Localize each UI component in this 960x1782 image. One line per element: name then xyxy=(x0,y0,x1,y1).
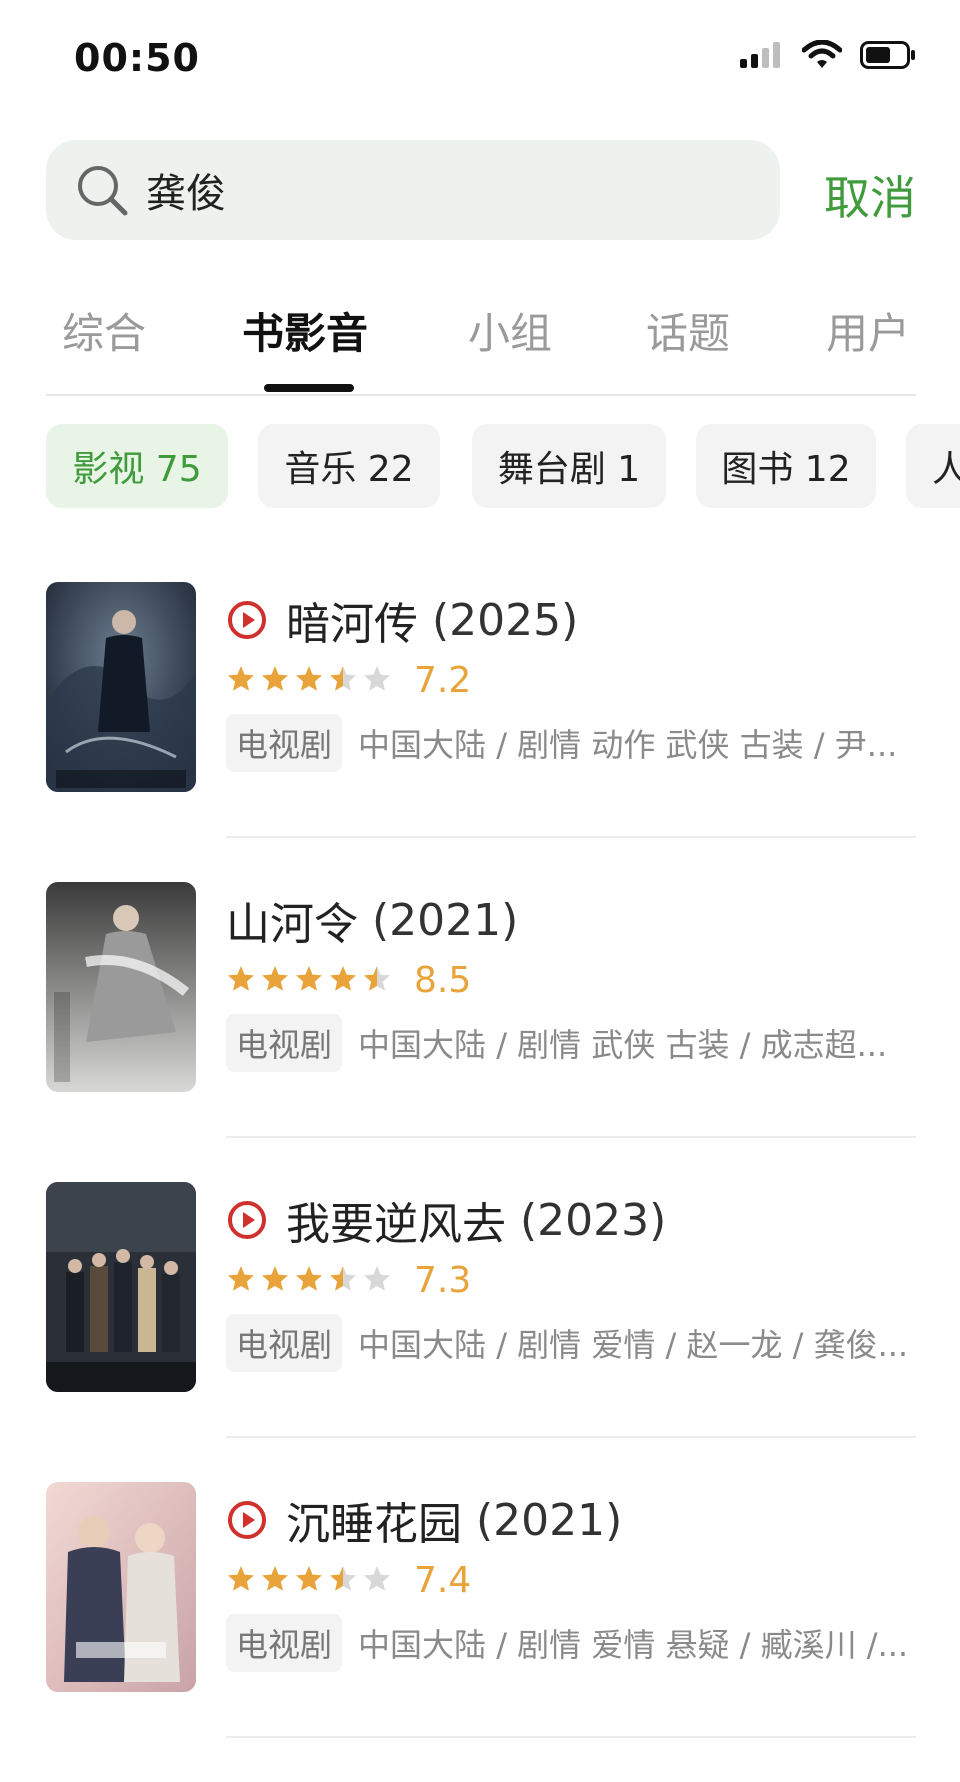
play-icon[interactable] xyxy=(226,1199,268,1241)
play-icon[interactable] xyxy=(226,599,268,641)
type-badge: 电视剧 xyxy=(226,1614,343,1672)
rating-row: 7.4 xyxy=(226,1560,471,1601)
result-item[interactable]: 山河令 (2021) 8.5 电视剧 中国大陆 / 剧情 武侠 古装 / 成志超… xyxy=(0,882,960,1182)
filter-chips: 影视 75 音乐 22 舞台剧 1 图书 12 人 xyxy=(0,424,960,508)
divider xyxy=(226,1136,916,1138)
poster-image[interactable] xyxy=(46,582,196,792)
star-icon xyxy=(294,964,324,998)
star-icon xyxy=(328,1264,358,1298)
search-icon xyxy=(74,162,130,218)
category-tabs: 综合 书影音 小组 话题 用户 xyxy=(46,290,916,396)
search-bar: 龚俊 取消 xyxy=(0,140,960,240)
star-icon xyxy=(260,964,290,998)
divider xyxy=(226,836,916,838)
chip-books[interactable]: 图书 12 xyxy=(696,424,876,508)
star-icon xyxy=(226,1564,256,1598)
star-icon xyxy=(294,1264,324,1298)
poster-image[interactable] xyxy=(46,1182,196,1392)
poster-image[interactable] xyxy=(46,1482,196,1692)
result-item[interactable]: 我要逆风去 (2023) 7.3 电视剧 中国大陆 / 剧情 爱情 / 赵一龙 … xyxy=(0,1182,960,1482)
tab-users[interactable]: 用户 xyxy=(826,300,910,361)
star-icon xyxy=(226,1264,256,1298)
result-item[interactable]: 暗河传 (2025) 7.2 电视剧 中国大陆 / 剧情 动作 武侠 古装 / … xyxy=(0,582,960,882)
result-item[interactable]: 沉睡花园 (2021) 7.4 电视剧 中国大陆 / 剧情 爱情 悬疑 / 臧溪… xyxy=(0,1482,960,1782)
item-year: (2023) xyxy=(520,1194,667,1246)
tab-general[interactable]: 综合 xyxy=(62,300,146,361)
chip-people[interactable]: 人 xyxy=(906,424,960,508)
rating-score: 7.2 xyxy=(414,660,472,701)
item-year: (2025) xyxy=(432,594,579,646)
rating-row: 7.2 xyxy=(226,660,471,701)
search-query: 龚俊 xyxy=(146,171,226,217)
star-icon xyxy=(362,664,392,698)
star-icon xyxy=(362,1264,392,1298)
item-title: 沉睡花园 xyxy=(286,1499,462,1550)
rating-score: 8.5 xyxy=(414,960,472,1001)
title-row: 沉睡花园 (2021) xyxy=(226,1488,622,1552)
star-icon xyxy=(260,1264,290,1298)
rating-row: 8.5 xyxy=(226,960,471,1001)
type-badge: 电视剧 xyxy=(226,714,343,772)
star-icon xyxy=(294,1564,324,1598)
star-icon xyxy=(260,1564,290,1598)
play-icon[interactable] xyxy=(226,1499,268,1541)
meta-row: 电视剧 中国大陆 / 剧情 爱情 / 赵一龙 / 龚俊... xyxy=(226,1314,916,1372)
item-meta: 中国大陆 / 剧情 武侠 古装 / 成志超... xyxy=(358,1026,888,1064)
star-icon xyxy=(328,964,358,998)
item-year: (2021) xyxy=(476,1494,623,1546)
divider xyxy=(226,1736,916,1738)
cellular-signal-icon xyxy=(740,42,780,68)
meta-row: 电视剧 中国大陆 / 剧情 爱情 悬疑 / 臧溪川 /... xyxy=(226,1614,916,1672)
rating-row: 7.3 xyxy=(226,1260,471,1301)
tab-books-movies-music[interactable]: 书影音 xyxy=(242,300,368,361)
star-icon xyxy=(226,664,256,698)
star-icon xyxy=(328,664,358,698)
tab-topics[interactable]: 话题 xyxy=(646,300,730,361)
type-badge: 电视剧 xyxy=(226,1314,343,1372)
status-time: 00:50 xyxy=(74,36,200,80)
star-icon xyxy=(328,1564,358,1598)
search-input[interactable]: 龚俊 xyxy=(46,140,780,240)
star-icon xyxy=(226,964,256,998)
star-icon xyxy=(294,664,324,698)
star-icon xyxy=(362,1564,392,1598)
star-rating xyxy=(226,1564,392,1598)
battery-icon xyxy=(860,41,915,69)
type-badge: 电视剧 xyxy=(226,1014,343,1072)
chip-stage[interactable]: 舞台剧 1 xyxy=(472,424,666,508)
item-meta: 中国大陆 / 剧情 爱情 悬疑 / 臧溪川 /... xyxy=(358,1626,909,1664)
item-meta: 中国大陆 / 剧情 爱情 / 赵一龙 / 龚俊... xyxy=(358,1326,909,1364)
title-row: 山河令 (2021) xyxy=(226,888,518,952)
item-meta: 中国大陆 / 剧情 动作 武侠 古装 / 尹... xyxy=(358,726,898,764)
status-bar: 00:50 xyxy=(0,0,960,110)
item-year: (2021) xyxy=(372,894,519,946)
status-icons xyxy=(740,40,916,70)
chip-film-tv[interactable]: 影视 75 xyxy=(46,424,228,508)
meta-row: 电视剧 中国大陆 / 剧情 武侠 古装 / 成志超... xyxy=(226,1014,916,1072)
meta-row: 电视剧 中国大陆 / 剧情 动作 武侠 古装 / 尹... xyxy=(226,714,916,772)
active-tab-indicator xyxy=(264,384,354,392)
title-row: 暗河传 (2025) xyxy=(226,588,578,652)
star-icon xyxy=(362,964,392,998)
item-title: 暗河传 xyxy=(286,599,418,650)
wifi-icon xyxy=(802,40,842,68)
rating-score: 7.4 xyxy=(414,1560,472,1601)
star-icon xyxy=(260,664,290,698)
item-title: 我要逆风去 xyxy=(286,1199,506,1250)
divider xyxy=(226,1436,916,1438)
star-rating xyxy=(226,1264,392,1298)
title-row: 我要逆风去 (2023) xyxy=(226,1188,666,1252)
chip-music[interactable]: 音乐 22 xyxy=(258,424,440,508)
cancel-button[interactable]: 取消 xyxy=(824,162,916,228)
tab-groups[interactable]: 小组 xyxy=(468,300,552,361)
item-title: 山河令 xyxy=(226,899,358,950)
rating-score: 7.3 xyxy=(414,1260,472,1301)
poster-image[interactable] xyxy=(46,882,196,1092)
star-rating xyxy=(226,964,392,998)
star-rating xyxy=(226,664,392,698)
